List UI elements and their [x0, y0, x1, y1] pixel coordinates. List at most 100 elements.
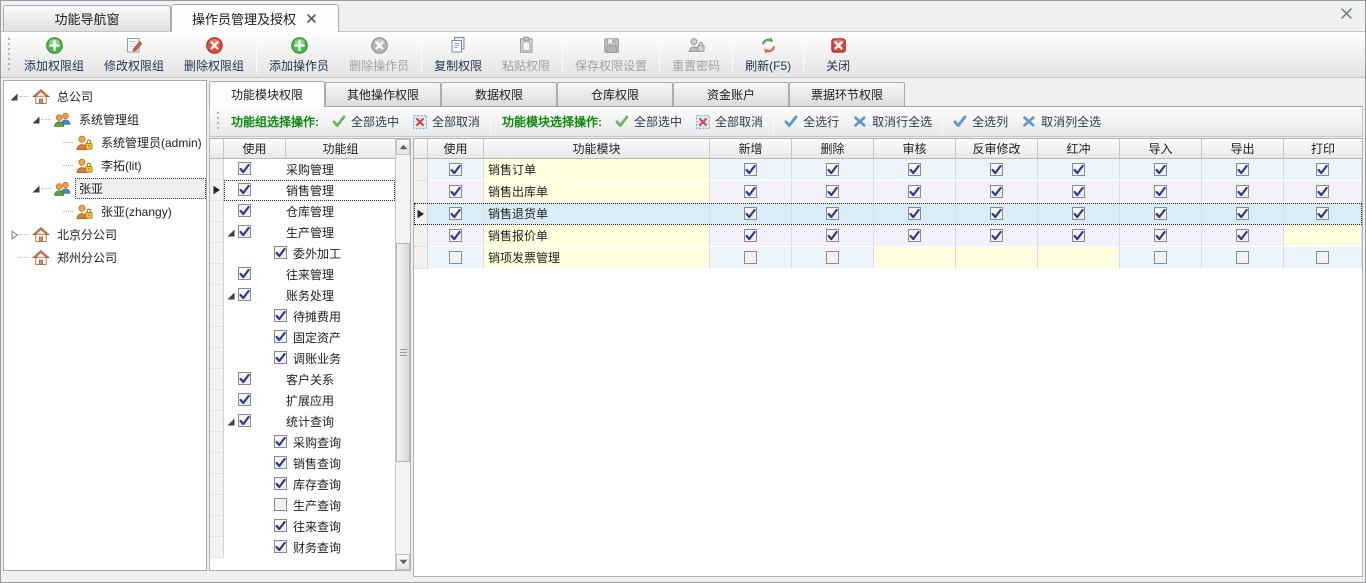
tree-node[interactable]: 系统管理组 — [4, 108, 206, 131]
checkbox[interactable] — [826, 185, 839, 198]
perm-cell[interactable] — [792, 159, 874, 181]
checkbox[interactable] — [1236, 163, 1249, 176]
vertical-scrollbar[interactable] — [395, 139, 410, 570]
checkbox[interactable] — [1316, 207, 1329, 220]
perm-cell[interactable] — [874, 159, 956, 181]
perm-cell[interactable] — [1038, 203, 1120, 225]
column-header-use[interactable]: 使用 — [224, 139, 286, 158]
refresh-button[interactable]: 刷新(F5) — [735, 34, 801, 76]
column-header[interactable]: 反审修改 — [956, 139, 1038, 158]
deselect-column-button[interactable]: 取消列全选 — [1015, 111, 1108, 132]
column-header-group[interactable]: 功能组 — [286, 139, 395, 158]
checkbox[interactable] — [238, 372, 251, 385]
module-name-cell[interactable]: 销售出库单 — [484, 181, 710, 203]
checkbox[interactable] — [274, 330, 287, 343]
checkbox[interactable] — [274, 519, 287, 532]
perm-cell[interactable] — [1284, 247, 1362, 269]
copy-permissions-button[interactable]: 复制权限 — [424, 34, 492, 76]
perm-cell[interactable] — [710, 203, 792, 225]
checkbox[interactable] — [274, 540, 287, 553]
edit-permission-group-button[interactable]: 修改权限组 — [94, 34, 174, 76]
perm-cell[interactable] — [710, 225, 792, 247]
checkbox[interactable] — [449, 185, 462, 198]
perm-cell[interactable] — [710, 247, 792, 269]
group-select-all-button[interactable]: 全部选中 — [325, 111, 406, 132]
column-header[interactable]: 导入 — [1120, 139, 1202, 158]
checkbox[interactable] — [274, 456, 287, 469]
column-header[interactable]: 审核 — [874, 139, 956, 158]
group-row[interactable]: 委外加工 — [210, 243, 395, 264]
checkbox[interactable] — [449, 251, 462, 264]
tab-operator-management[interactable]: 操作员管理及授权 — [171, 4, 339, 32]
use-cell[interactable] — [428, 247, 484, 269]
expander-icon[interactable] — [30, 183, 41, 194]
tab-function-module-perms[interactable]: 功能模块权限 — [209, 81, 325, 107]
module-name-cell[interactable]: 销售退货单 — [484, 203, 710, 225]
checkbox[interactable] — [1154, 185, 1167, 198]
perm-cell[interactable] — [1284, 203, 1362, 225]
tree-node[interactable]: 系统管理员(admin) — [4, 131, 206, 154]
group-row[interactable]: 采购管理 — [210, 159, 395, 180]
group-row[interactable]: 调账业务 — [210, 348, 395, 369]
module-select-all-button[interactable]: 全部选中 — [608, 111, 689, 132]
action-bar-grip[interactable] — [214, 112, 221, 132]
checkbox[interactable] — [908, 163, 921, 176]
tree-node[interactable]: 张亚 — [4, 177, 206, 200]
perm-cell[interactable] — [710, 181, 792, 203]
perm-cell[interactable] — [792, 181, 874, 203]
perm-cell[interactable] — [956, 225, 1038, 247]
checkbox[interactable] — [744, 163, 757, 176]
group-row[interactable]: 统计查询 — [210, 411, 395, 432]
tab-fund-accounts[interactable]: 资金账户 — [673, 82, 789, 106]
module-row[interactable]: 销售订单 — [414, 159, 1362, 181]
checkbox[interactable] — [1236, 251, 1249, 264]
perm-cell[interactable] — [1202, 247, 1284, 269]
use-cell[interactable] — [428, 159, 484, 181]
group-row[interactable]: 客户关系 — [210, 369, 395, 390]
checkbox[interactable] — [990, 207, 1003, 220]
perm-cell[interactable] — [1202, 181, 1284, 203]
checkbox[interactable] — [990, 229, 1003, 242]
checkbox[interactable] — [826, 229, 839, 242]
column-header[interactable]: 导出 — [1202, 139, 1284, 158]
column-header[interactable]: 删除 — [792, 139, 874, 158]
expander-icon[interactable] — [226, 228, 236, 238]
use-cell[interactable] — [428, 203, 484, 225]
group-row[interactable]: 生产查询 — [210, 495, 395, 516]
group-row[interactable]: 库存查询 — [210, 474, 395, 495]
group-row[interactable]: 往来管理 — [210, 264, 395, 285]
perm-cell[interactable] — [1284, 159, 1362, 181]
module-name-cell[interactable]: 销售订单 — [484, 159, 710, 181]
checkbox[interactable] — [1316, 163, 1329, 176]
column-header[interactable]: 使用 — [428, 139, 484, 158]
group-row[interactable]: 生产管理 — [210, 222, 395, 243]
column-header[interactable]: 打印 — [1284, 139, 1362, 158]
tree-node[interactable]: 李拓(lit) — [4, 154, 206, 177]
perm-cell[interactable] — [1120, 159, 1202, 181]
expander-icon[interactable] — [226, 417, 236, 427]
checkbox[interactable] — [990, 163, 1003, 176]
checkbox[interactable] — [238, 162, 251, 175]
module-name-cell[interactable]: 销售报价单 — [484, 225, 710, 247]
scroll-down-button[interactable] — [396, 554, 410, 570]
tab-warehouse-perms[interactable]: 仓库权限 — [557, 82, 673, 106]
group-row[interactable]: 财务查询 — [210, 537, 395, 558]
perm-cell[interactable] — [792, 225, 874, 247]
toolbar-grip[interactable] — [5, 38, 12, 72]
checkbox[interactable] — [238, 414, 251, 427]
add-operator-button[interactable]: 添加操作员 — [259, 34, 339, 76]
checkbox[interactable] — [274, 246, 287, 259]
expander-icon[interactable] — [30, 114, 41, 125]
checkbox[interactable] — [744, 207, 757, 220]
module-row[interactable]: 销售退货单 — [414, 203, 1362, 225]
group-row[interactable]: 销售管理 — [210, 180, 395, 201]
checkbox[interactable] — [744, 229, 757, 242]
checkbox[interactable] — [274, 477, 287, 490]
select-row-button[interactable]: 全选行 — [777, 111, 846, 132]
group-deselect-all-button[interactable]: 全部取消 — [406, 111, 487, 132]
use-cell[interactable] — [428, 181, 484, 203]
perm-cell[interactable] — [956, 159, 1038, 181]
checkbox[interactable] — [908, 229, 921, 242]
checkbox[interactable] — [449, 207, 462, 220]
column-header[interactable]: 红冲 — [1038, 139, 1120, 158]
